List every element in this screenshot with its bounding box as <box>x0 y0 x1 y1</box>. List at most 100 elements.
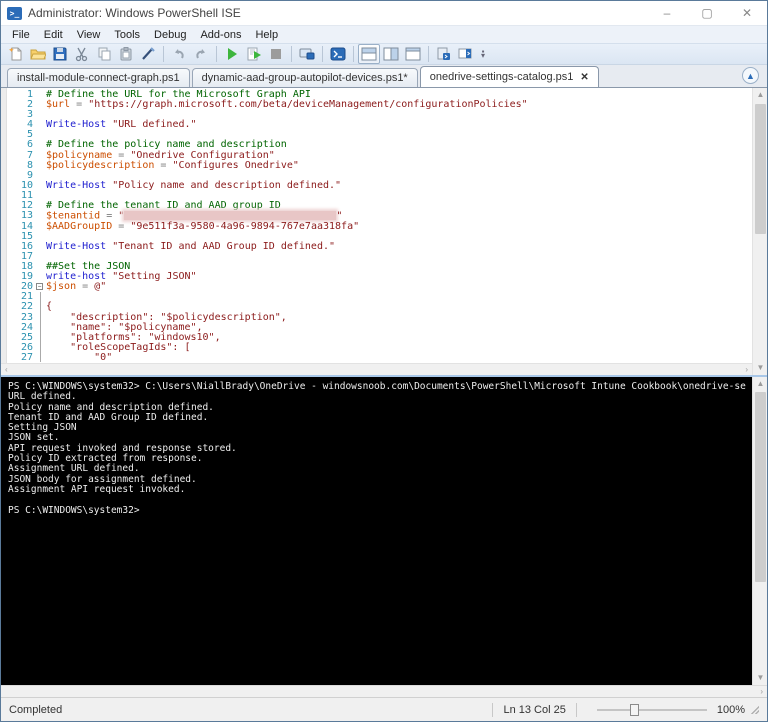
code-line: 4 Write-Host "URL defined." <box>7 120 752 130</box>
menu-view[interactable]: View <box>70 28 108 42</box>
clear-console-pane-icon[interactable] <box>137 44 159 64</box>
run-script-icon[interactable] <box>221 44 243 64</box>
fold-margin <box>33 211 46 222</box>
tab-dynamic-aad-group-autopilot-devices-ps1-[interactable]: dynamic-aad-group-autopilot-devices.ps1* <box>191 68 418 87</box>
editor-scroll-thumb[interactable] <box>755 104 766 234</box>
code-text: # Define the tenant ID and AAD group ID <box>46 200 281 212</box>
tab-label: onedrive-settings-catalog.ps1 <box>429 71 574 83</box>
fold-margin <box>33 191 46 201</box>
fold-margin <box>33 272 46 282</box>
undo-icon[interactable] <box>168 44 190 64</box>
new-script-icon[interactable] <box>5 44 27 64</box>
new-remote-powershell-tab-icon[interactable] <box>296 44 318 64</box>
resize-grip-icon[interactable] <box>751 705 759 714</box>
save-icon[interactable] <box>49 44 71 64</box>
tab-onedrive-settings-catalog-ps1[interactable]: onedrive-settings-catalog.ps1 ✕ <box>419 66 599 87</box>
console-scroll-down-icon[interactable]: ▼ <box>753 671 767 685</box>
toolbar-separator <box>428 46 429 62</box>
powershell-ise-window: >_ Administrator: Windows PowerShell ISE… <box>0 0 768 722</box>
fold-collapse-icon[interactable]: − <box>33 282 46 292</box>
tab-strip: install-module-connect-graph.ps1 dynamic-… <box>1 65 767 87</box>
stop-operation-icon[interactable] <box>265 44 287 64</box>
zoom-level: 100% <box>716 703 745 716</box>
code-text: $AADGroupID = "9e511f3a-9580-4a96-9894-7… <box>46 220 360 232</box>
editor-vertical-scrollbar[interactable]: ▲ ▼ <box>752 88 767 375</box>
fold-margin <box>33 252 46 262</box>
show-script-pane-top-icon[interactable] <box>358 44 380 64</box>
code-text: $policydescription = "Configures Onedriv… <box>46 159 299 171</box>
console-scroll-up-icon[interactable]: ▲ <box>753 377 767 391</box>
fold-guide-line <box>40 292 41 362</box>
tab-label: install-module-connect-graph.ps1 <box>17 72 180 84</box>
script-editor-pane: 1 # Define the URL for the Microsoft Grap… <box>1 87 767 375</box>
code-line: 19 write-host "Setting JSON" <box>7 272 752 282</box>
open-script-icon[interactable] <box>27 44 49 64</box>
menu-tools[interactable]: Tools <box>107 28 147 42</box>
fold-margin <box>33 232 46 242</box>
fold-margin <box>33 130 46 140</box>
menu-file[interactable]: File <box>5 28 37 42</box>
start-powershell-icon[interactable] <box>327 44 349 64</box>
toolbar: ▪ ▾ <box>1 43 767 65</box>
fold-margin <box>33 242 46 252</box>
code-text: Write-Host "Tenant ID and AAD Group ID d… <box>46 240 336 252</box>
menu-addons[interactable]: Add-ons <box>193 28 248 42</box>
menu-bar: File Edit View Tools Debug Add-ons Help <box>1 25 767 43</box>
menu-help[interactable]: Help <box>248 28 285 42</box>
run-selection-icon[interactable] <box>243 44 265 64</box>
code-line: 12 # Define the tenant ID and AAD group I… <box>7 200 752 212</box>
code-text: Write-Host "Policy name and description … <box>46 179 342 191</box>
status-bar: Completed Ln 13 Col 25 100% <box>1 697 767 721</box>
close-icon[interactable]: ✕ <box>727 1 767 25</box>
show-script-pane-maximized-icon[interactable] <box>402 44 424 64</box>
toolbar-separator <box>322 46 323 62</box>
console-horizontal-scrollbar[interactable]: › <box>1 685 767 697</box>
code-text: $url = "https://graph.microsoft.com/beta… <box>46 99 528 111</box>
divider <box>575 702 577 717</box>
paste-icon[interactable] <box>115 44 137 64</box>
script-editor[interactable]: 1 # Define the URL for the Microsoft Grap… <box>1 88 752 375</box>
code-line: 8 $policydescription = "Configures Onedri… <box>7 159 752 171</box>
fold-margin <box>33 140 46 150</box>
code-line: 27 "0" <box>7 352 752 363</box>
editor-horizontal-scrollbar[interactable]: ‹ › <box>1 363 752 375</box>
redacted-tenant-id <box>124 211 337 221</box>
show-script-pane-right-badge-icon[interactable] <box>455 44 477 64</box>
console-vertical-scrollbar[interactable]: ▲ ▼ <box>752 377 767 685</box>
fold-margin <box>33 120 46 130</box>
fold-margin <box>33 161 46 171</box>
fold-margin <box>33 100 46 110</box>
zoom-slider[interactable] <box>596 703 707 716</box>
scroll-down-icon[interactable]: ▼ <box>753 361 767 375</box>
powershell-app-icon: >_ <box>7 6 22 20</box>
code-area[interactable]: 1 # Define the URL for the Microsoft Grap… <box>7 89 752 363</box>
code-line: 26 "roleScopeTagIds": [ <box>7 342 752 353</box>
scroll-up-icon[interactable]: ▲ <box>753 88 767 102</box>
new-powershell-tab-icon[interactable] <box>433 44 455 64</box>
code-text: $json = @" <box>46 281 107 293</box>
code-line: 21 <box>7 292 752 302</box>
console-scroll-thumb[interactable] <box>755 392 766 582</box>
menu-debug[interactable]: Debug <box>147 28 193 42</box>
minimize-icon[interactable]: – <box>647 1 687 25</box>
redo-icon[interactable] <box>190 44 212 64</box>
code-line: 14 $AADGroupID = "9e511f3a-9580-4a96-9894… <box>7 220 752 232</box>
code-line: 16 Write-Host "Tenant ID and AAD Group ID… <box>7 240 752 252</box>
console-pane: PS C:\WINDOWS\system32> C:\Users\NiallBr… <box>1 375 767 697</box>
toolbar-overflow-icon[interactable]: ▪ ▾ <box>481 48 485 60</box>
chevron-up-icon[interactable]: ▲ <box>742 67 759 84</box>
toolbar-separator <box>291 46 292 62</box>
show-script-pane-right-icon[interactable] <box>380 44 402 64</box>
copy-icon[interactable] <box>93 44 115 64</box>
cut-icon[interactable] <box>71 44 93 64</box>
fold-margin <box>33 181 46 191</box>
window-title: Administrator: Windows PowerShell ISE <box>28 6 241 20</box>
zoom-slider-thumb[interactable] <box>629 703 639 716</box>
console-output[interactable]: PS C:\WINDOWS\system32> C:\Users\NiallBr… <box>1 377 752 697</box>
tab-close-icon[interactable]: ✕ <box>580 72 588 83</box>
maximize-icon[interactable]: ▢ <box>687 1 727 25</box>
fold-margin <box>33 222 46 232</box>
tab-install-module-connect-graph-ps1[interactable]: install-module-connect-graph.ps1 <box>7 68 190 87</box>
code-line: 2 $url = "https://graph.microsoft.com/bet… <box>7 99 752 111</box>
menu-edit[interactable]: Edit <box>37 28 70 42</box>
